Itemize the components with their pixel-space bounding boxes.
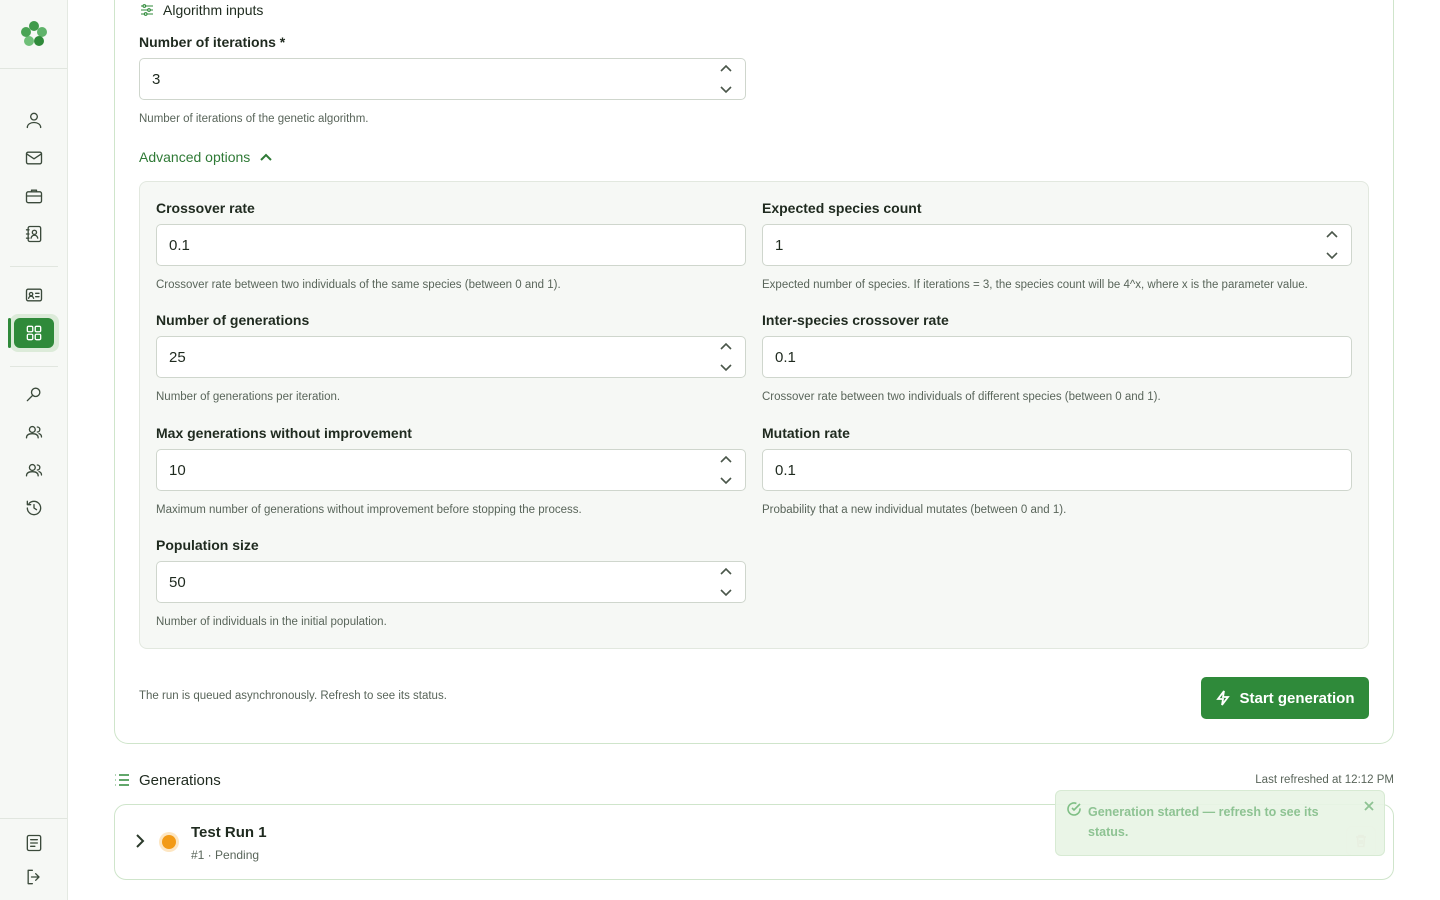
chevron-up-icon[interactable] [719,566,733,578]
run-name: Test Run 1 [191,824,267,841]
contact-book-icon[interactable] [22,222,46,246]
list-icon [115,774,129,786]
crossover-rate-value: 0.1 [169,237,190,254]
chevron-down-icon[interactable] [719,83,733,95]
section-title: Algorithm inputs [163,2,264,18]
max-no-improve-input[interactable]: 10 [156,449,746,491]
expected-species-hint: Expected number of species. If iteration… [762,279,1308,291]
chevron-up-icon[interactable] [719,454,733,466]
chevron-up-icon [260,153,273,161]
briefcase-icon[interactable] [22,184,46,208]
mutation-rate-value: 0.1 [775,462,796,479]
sidebar-divider [0,818,67,819]
iterations-hint: Number of iterations of the genetic algo… [139,113,369,125]
chevron-down-icon[interactable] [719,474,733,486]
chevron-up-icon[interactable] [719,341,733,353]
population-value: 50 [169,574,186,591]
expected-species-value: 1 [775,237,784,254]
chevron-up-icon[interactable] [1325,229,1339,241]
population-input[interactable]: 50 [156,561,746,603]
chevron-down-icon[interactable] [1325,249,1339,261]
app-logo[interactable] [18,18,50,50]
max-no-improve-label: Max generations without improvement [156,425,412,441]
user-icon[interactable] [22,108,46,132]
inter-species-rate-input[interactable]: 0.1 [762,336,1352,378]
generations-hint: Number of generations per iteration. [156,391,341,403]
mail-icon[interactable] [22,146,46,170]
chevron-right-icon[interactable] [131,832,149,850]
max-no-improve-value: 10 [169,462,186,479]
advanced-options-toggle[interactable]: Advanced options [139,149,274,165]
check-circle-icon [1066,801,1082,817]
active-indicator [8,318,11,348]
users-icon[interactable] [22,420,46,444]
generations-value: 25 [169,349,186,366]
toast-notification: Generation started — refresh to see its … [1055,790,1385,856]
grid-icon[interactable] [14,318,54,348]
close-icon[interactable] [1362,799,1376,813]
status-dot [162,835,176,849]
mutation-rate-input[interactable]: 0.1 [762,449,1352,491]
queue-footnote: The run is queued asynchronously. Refres… [139,690,447,702]
generations-title: Generations [139,771,221,789]
iterations-value: 3 [152,71,161,88]
generations-stepper[interactable] [719,341,733,373]
id-card-icon[interactable] [22,283,46,307]
last-refreshed: Last refreshed at 12:12 PM [1255,774,1394,786]
crossover-rate-input[interactable]: 0.1 [156,224,746,266]
iterations-stepper[interactable] [719,63,733,95]
mutation-rate-hint: Probability that a new individual mutate… [762,504,1067,516]
lightning-icon [1216,690,1231,706]
population-stepper[interactable] [719,566,733,598]
advanced-options-label: Advanced options [139,149,251,165]
iterations-input[interactable]: 3 [139,58,746,100]
population-label: Population size [156,537,259,553]
sliders-icon [141,4,153,16]
sidebar-divider [10,366,58,367]
mutation-rate-label: Mutation rate [762,425,850,441]
run-meta: #1 · Pending [191,848,260,862]
population-hint: Number of individuals in the initial pop… [156,616,387,628]
iterations-label: Number of iterations * [139,34,286,50]
inter-species-rate-hint: Crossover rate between two individuals o… [762,391,1161,403]
chevron-down-icon[interactable] [719,586,733,598]
start-generation-button[interactable]: Start generation [1201,677,1369,719]
expected-species-stepper[interactable] [1325,229,1339,261]
inter-species-rate-value: 0.1 [775,349,796,366]
start-generation-label: Start generation [1239,689,1355,707]
chevron-up-icon[interactable] [719,63,733,75]
crossover-rate-label: Crossover rate [156,200,255,216]
toast-message: Generation started — refresh to see its … [1088,805,1319,839]
team-icon[interactable] [22,458,46,482]
logout-icon[interactable] [22,865,46,889]
sidebar-divider [10,266,58,267]
sidebar-divider [0,68,67,69]
inter-species-rate-label: Inter-species crossover rate [762,312,949,328]
chevron-down-icon[interactable] [719,361,733,373]
expected-species-input[interactable]: 1 [762,224,1352,266]
section-header: Algorithm inputs [139,2,263,18]
generations-header: Generations [113,771,221,789]
sidebar [0,0,68,900]
max-no-improve-hint: Maximum number of generations without im… [156,504,582,516]
generations-label: Number of generations [156,312,310,328]
expected-species-label: Expected species count [762,200,922,216]
generations-input[interactable]: 25 [156,336,746,378]
crossover-rate-hint: Crossover rate between two individuals o… [156,279,561,291]
document-icon[interactable] [22,831,46,855]
search-icon[interactable] [22,382,46,406]
history-icon[interactable] [22,496,46,520]
max-no-improve-stepper[interactable] [719,454,733,486]
